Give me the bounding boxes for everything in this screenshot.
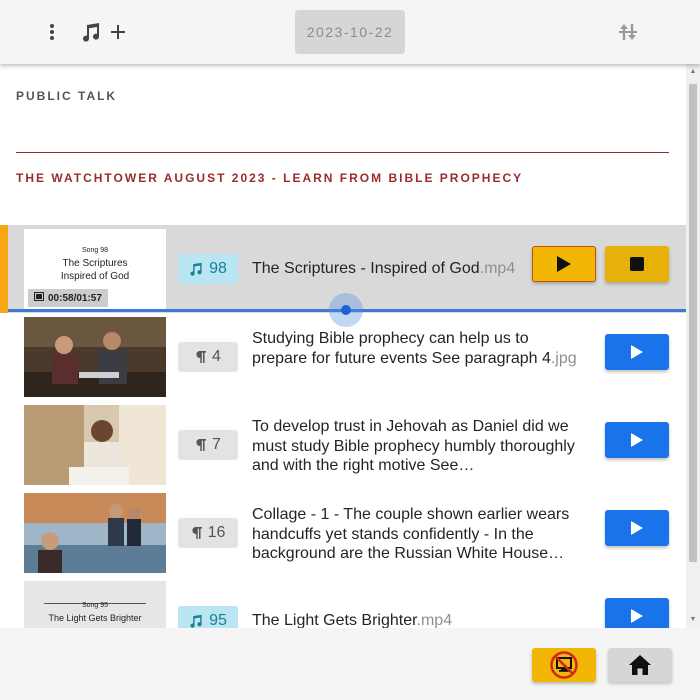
date-label: 2023-10-22	[306, 24, 394, 40]
paragraph-number-badge: 4	[178, 342, 238, 372]
svg-text:Song 95: Song 95	[82, 602, 108, 609]
song-number: 98	[209, 260, 227, 277]
svg-text:Song 98: Song 98	[82, 247, 108, 254]
bottom-bar	[0, 628, 700, 700]
play-button[interactable]	[532, 246, 596, 282]
pilcrow-icon	[196, 439, 207, 451]
media-title: Studying Bible prophecy can help us to p…	[252, 329, 582, 368]
play-button[interactable]	[605, 334, 669, 370]
media-row-paragraph-4[interactable]: 4 Studying Bible prophecy can help us to…	[0, 313, 686, 401]
music-note-icon[interactable]	[77, 18, 105, 46]
media-title-text: Collage - 1 - The couple shown earlier w…	[252, 506, 570, 562]
music-note-icon	[190, 262, 202, 276]
play-button[interactable]	[605, 422, 669, 458]
play-button[interactable]	[605, 510, 669, 546]
media-row-paragraph-16[interactable]: 16 Collage - 1 - The couple shown earlie…	[0, 489, 686, 577]
home-icon	[629, 655, 651, 675]
paragraph-number: 16	[207, 524, 226, 541]
play-icon	[557, 256, 571, 272]
home-button[interactable]	[608, 648, 672, 682]
scrollbar[interactable]: ▲ ▼	[686, 64, 700, 628]
file-extension: .mp4	[479, 260, 516, 277]
svg-text:The Light Gets Brighter: The Light Gets Brighter	[48, 613, 141, 623]
stop-button[interactable]	[605, 246, 669, 282]
play-icon	[631, 433, 643, 447]
play-icon	[631, 609, 643, 623]
media-title-text: To develop trust in Jehovah as Daniel di…	[252, 418, 575, 474]
media-row-paragraph-7[interactable]: 7 To develop trust in Jehovah as Daniel …	[0, 401, 686, 489]
thumbnail-paragraph-16	[24, 493, 166, 573]
pilcrow-icon	[191, 527, 202, 539]
thumbnail-paragraph-7	[24, 405, 166, 485]
time-text: 00:58/01:57	[48, 292, 102, 304]
toggle-presentation-button[interactable]	[532, 648, 596, 682]
pilcrow-icon	[196, 351, 207, 363]
svg-text:Inspired of God: Inspired of God	[61, 271, 129, 282]
svg-text:The Scriptures: The Scriptures	[62, 258, 127, 269]
thumbnail-paragraph-4	[24, 317, 166, 397]
file-extension: .mp4	[416, 612, 453, 628]
media-title: To develop trust in Jehovah as Daniel di…	[252, 417, 582, 476]
play-icon	[631, 521, 643, 535]
vertical-dots-icon[interactable]	[38, 18, 66, 46]
play-icon	[631, 345, 643, 359]
playback-time: 00:58/01:57	[28, 289, 108, 307]
scrollbar-thumb[interactable]	[689, 84, 697, 562]
media-title: Collage - 1 - The couple shown earlier w…	[252, 505, 582, 564]
presentation-off-icon	[550, 651, 578, 679]
top-toolbar: 2023-10-22	[0, 0, 700, 64]
film-icon	[34, 292, 44, 304]
scroll-up-arrow-icon[interactable]: ▲	[689, 68, 697, 76]
plus-icon[interactable]	[104, 18, 132, 46]
paragraph-number-badge: 7	[178, 430, 238, 460]
sort-arrows-icon[interactable]	[614, 18, 642, 46]
section-divider	[16, 152, 669, 153]
media-row-song-95[interactable]: Song 95 The Light Gets Brighter 95 The L…	[0, 577, 686, 628]
media-title-text: Studying Bible prophecy can help us to p…	[252, 330, 551, 367]
media-title: The Light Gets Brighter.mp4	[252, 611, 582, 628]
paragraph-number: 7	[212, 436, 221, 453]
date-selector[interactable]: 2023-10-22	[295, 10, 405, 54]
media-list: PUBLIC TALK THE WATCHTOWER AUGUST 2023 -…	[0, 64, 686, 628]
song-number: 95	[209, 612, 227, 628]
song-number-badge: 98	[178, 254, 238, 284]
section-watchtower: THE WATCHTOWER AUGUST 2023 - LEARN FROM …	[16, 171, 524, 185]
play-button[interactable]	[605, 598, 669, 628]
paragraph-number: 4	[212, 348, 221, 365]
scroll-down-arrow-icon[interactable]: ▼	[689, 616, 697, 624]
paragraph-number-badge: 16	[178, 518, 238, 548]
thumbnail-song-95: Song 95 The Light Gets Brighter	[24, 581, 166, 628]
media-title-text: The Light Gets Brighter	[252, 612, 417, 628]
media-title-text: The Scriptures - Inspired of God	[252, 260, 480, 277]
active-marker	[0, 225, 8, 313]
music-note-icon	[190, 614, 202, 628]
stop-icon	[630, 257, 644, 271]
section-public-talk: PUBLIC TALK	[16, 89, 118, 103]
file-extension: .jpg	[550, 349, 577, 367]
song-number-badge: 95	[178, 606, 238, 628]
